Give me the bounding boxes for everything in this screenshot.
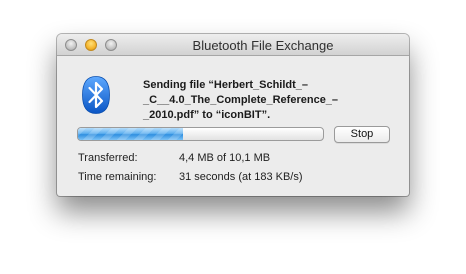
time-remaining-label: Time remaining: [78,171,157,183]
stop-button[interactable]: Stop [334,126,390,143]
sending-message-line-2: _C__4.0_The_Complete_Reference_– [143,94,339,106]
zoom-icon[interactable] [105,39,117,51]
transferred-label: Transferred: [78,152,138,164]
time-remaining-value: 31 seconds (at 183 KB/s) [179,171,303,183]
title-bar[interactable]: Bluetooth File Exchange [57,34,409,56]
sending-message-line-3: _2010.pdf” to “iconBIT”. [143,109,271,121]
transfer-progress-bar [77,127,324,141]
minimize-icon[interactable] [85,39,97,51]
sending-message: Sending file “Herbert_Schildt_– _C__4.0_… [143,78,393,123]
transferred-value: 4,4 MB of 10,1 MB [179,152,271,164]
bluetooth-file-exchange-window: Bluetooth File Exchange Sending file “He… [57,34,409,196]
transfer-progress-fill [78,128,184,140]
close-icon[interactable] [65,39,77,51]
window-title: Bluetooth File Exchange [192,38,334,53]
bluetooth-icon [82,76,110,114]
sending-message-line-1: Sending file “Herbert_Schildt_– [143,79,309,91]
